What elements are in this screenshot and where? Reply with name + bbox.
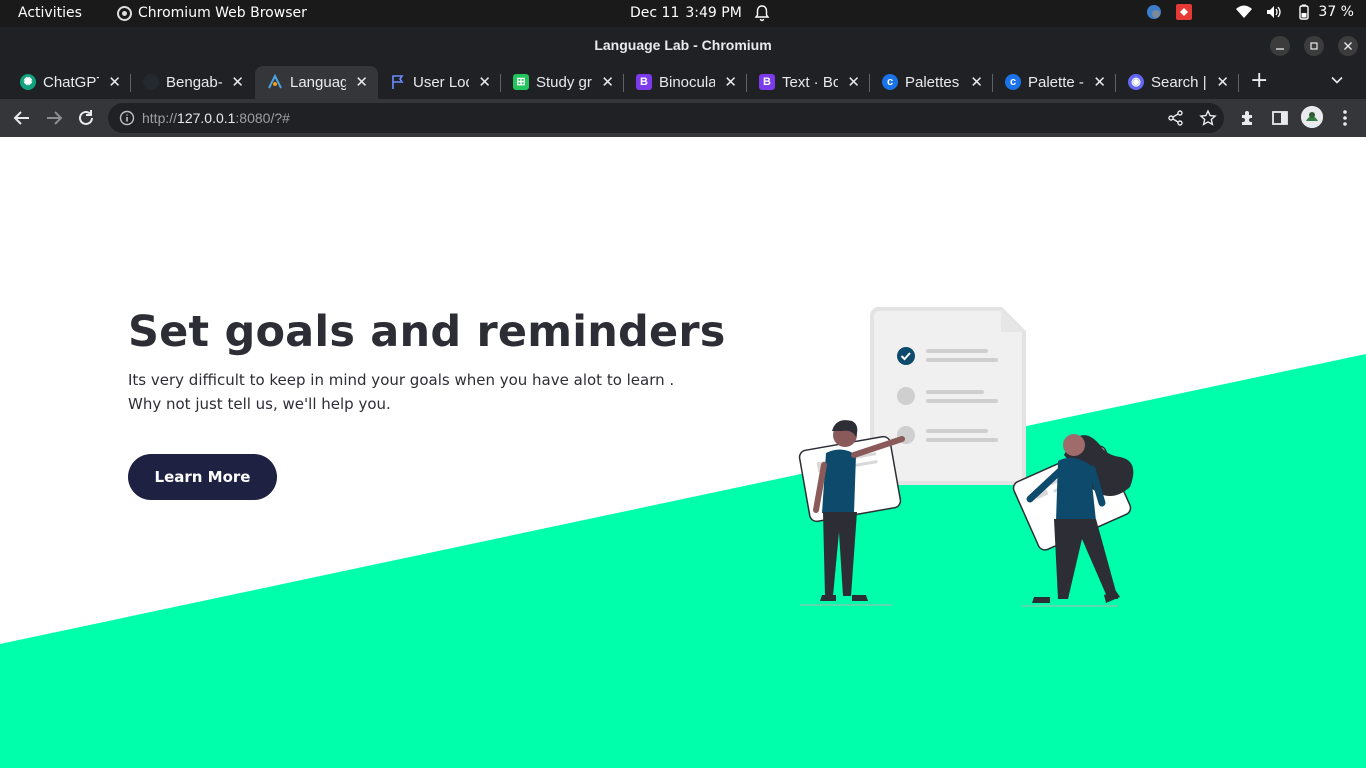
window-title-bar[interactable]: Language Lab - Chromium bbox=[0, 27, 1366, 64]
tab-github[interactable]: Bengab- ✕ bbox=[131, 66, 254, 99]
tab-label: Bengab- bbox=[166, 74, 222, 91]
flag-icon bbox=[390, 74, 406, 90]
tab-label: ChatGPT bbox=[43, 74, 99, 91]
bootstrap-icon: B bbox=[759, 74, 775, 90]
tab-label: Palette - bbox=[1028, 74, 1084, 91]
menu-dots-icon[interactable] bbox=[1334, 107, 1356, 129]
chromium-icon bbox=[117, 5, 132, 21]
extensions-puzzle-icon[interactable] bbox=[1237, 107, 1259, 129]
globe-app-icon[interactable] bbox=[1146, 4, 1162, 20]
tab-palette[interactable]: c Palette - ✕ bbox=[993, 66, 1116, 99]
tab-label: Languag bbox=[290, 74, 346, 91]
bookmark-star-icon[interactable] bbox=[1199, 109, 1217, 127]
clock-date: Dec 11 bbox=[630, 5, 680, 21]
battery-percent: 37 % bbox=[1318, 4, 1354, 20]
url-host: 127.0.0.1 bbox=[177, 110, 236, 126]
wifi-icon[interactable] bbox=[1236, 4, 1253, 20]
close-window-button[interactable] bbox=[1338, 36, 1358, 56]
tab-label: Binocula bbox=[659, 74, 715, 91]
learn-more-button[interactable]: Learn More bbox=[128, 454, 277, 500]
system-top-bar: Activities Chromium Web Browser Dec 11 3… bbox=[0, 0, 1366, 27]
forward-arrow-icon[interactable] bbox=[43, 107, 65, 129]
volume-icon[interactable] bbox=[1266, 4, 1282, 20]
url-text: http://127.0.0.1:8080/?# bbox=[142, 110, 290, 126]
hero-title: Set goals and reminders bbox=[128, 307, 726, 357]
bootstrap-icon: B bbox=[636, 74, 652, 90]
browser-toolbar: http://127.0.0.1:8080/?# bbox=[0, 99, 1366, 137]
new-tab-button[interactable]: + bbox=[1250, 70, 1268, 92]
close-tab-icon[interactable]: ✕ bbox=[478, 73, 491, 91]
close-icon bbox=[1344, 42, 1352, 50]
github-icon bbox=[143, 74, 159, 90]
close-tab-icon[interactable]: ✕ bbox=[847, 73, 860, 91]
app-menu[interactable]: Chromium Web Browser bbox=[117, 5, 307, 21]
tab-chatgpt[interactable]: ✺ ChatGPT ✕ bbox=[8, 66, 131, 99]
search-site-icon: ◉ bbox=[1128, 74, 1144, 90]
reload-icon[interactable] bbox=[75, 107, 97, 129]
address-bar[interactable]: http://127.0.0.1:8080/?# bbox=[108, 103, 1224, 133]
clock[interactable]: Dec 11 3:49 PM bbox=[630, 5, 742, 21]
url-path: :8080/?# bbox=[235, 110, 290, 126]
tab-label: User Loc bbox=[413, 74, 469, 91]
activities-button[interactable]: Activities bbox=[18, 5, 82, 21]
side-panel-icon[interactable] bbox=[1269, 107, 1291, 129]
tab-language-lab[interactable]: Languag ✕ bbox=[255, 66, 378, 99]
tab-label: Search | bbox=[1151, 74, 1207, 91]
language-lab-icon bbox=[267, 73, 283, 90]
close-tab-icon[interactable]: ✕ bbox=[601, 73, 614, 91]
tab-label: Study gr bbox=[536, 74, 592, 91]
system-tray[interactable]: 37 % bbox=[1146, 4, 1354, 20]
man-holding-card-icon bbox=[798, 420, 905, 606]
tab-label: Palettes bbox=[905, 74, 960, 91]
tab-search-chevron-icon[interactable] bbox=[1330, 73, 1344, 87]
app-menu-label: Chromium Web Browser bbox=[138, 5, 307, 21]
tab-label: Text · Bo bbox=[782, 74, 838, 91]
tab-palettes[interactable]: c Palettes ✕ bbox=[870, 66, 993, 99]
tab-search[interactable]: ◉ Search | ✕ bbox=[1116, 66, 1239, 99]
close-tab-icon[interactable]: ✕ bbox=[231, 73, 244, 91]
tab-divider bbox=[1238, 74, 1239, 92]
anydesk-icon[interactable] bbox=[1176, 4, 1193, 20]
restore-icon bbox=[1310, 42, 1318, 50]
clock-time: 3:49 PM bbox=[685, 5, 742, 21]
battery-icon bbox=[1299, 4, 1310, 20]
site-info-icon[interactable] bbox=[119, 110, 135, 126]
minimize-button[interactable] bbox=[1270, 36, 1290, 56]
maximize-button[interactable] bbox=[1304, 36, 1324, 56]
close-tab-icon[interactable]: ✕ bbox=[1093, 73, 1106, 91]
chatgpt-icon: ✺ bbox=[20, 74, 36, 90]
woman-holding-card-icon bbox=[1012, 434, 1134, 607]
close-tab-icon[interactable]: ✕ bbox=[1216, 73, 1229, 91]
hero-description-line-2: Why not just tell us, we'll help you. bbox=[128, 395, 391, 413]
back-arrow-icon[interactable] bbox=[11, 107, 33, 129]
page-viewport: Set goals and reminders Its very difficu… bbox=[0, 137, 1366, 768]
study-group-icon: ⊞ bbox=[513, 74, 529, 90]
minimize-icon bbox=[1276, 48, 1284, 50]
share-icon[interactable] bbox=[1167, 109, 1185, 127]
hero-description-line-1: Its very difficult to keep in mind your … bbox=[128, 371, 675, 389]
notification-bell-icon[interactable] bbox=[754, 4, 770, 22]
url-scheme: http:// bbox=[142, 110, 178, 126]
profile-avatar-icon bbox=[1301, 106, 1323, 128]
tab-study-group[interactable]: ⊞ Study gr ✕ bbox=[501, 66, 624, 99]
goals-checklist-illustration bbox=[798, 307, 1134, 607]
tab-user-location[interactable]: User Loc ✕ bbox=[378, 66, 501, 99]
close-tab-icon[interactable]: ✕ bbox=[724, 73, 737, 91]
tab-binoculars[interactable]: B Binocula ✕ bbox=[624, 66, 747, 99]
hero-description: Its very difficult to keep in mind your … bbox=[128, 368, 688, 416]
profile-avatar[interactable] bbox=[1301, 106, 1323, 128]
window-title: Language Lab - Chromium bbox=[594, 37, 772, 53]
tab-text-bootstrap[interactable]: B Text · Bo ✕ bbox=[747, 66, 870, 99]
close-tab-icon[interactable]: ✕ bbox=[355, 73, 368, 91]
coolors-icon: c bbox=[882, 74, 898, 90]
checklist-document-icon bbox=[870, 307, 1026, 485]
green-slanted-background bbox=[0, 354, 1366, 768]
coolors-icon: c bbox=[1005, 74, 1021, 90]
close-tab-icon[interactable]: ✕ bbox=[970, 73, 983, 91]
battery-indicator[interactable]: 37 % bbox=[1296, 4, 1354, 20]
close-tab-icon[interactable]: ✕ bbox=[108, 73, 121, 91]
tab-strip: ✺ ChatGPT ✕ Bengab- ✕ Languag ✕ User Loc… bbox=[0, 64, 1366, 99]
